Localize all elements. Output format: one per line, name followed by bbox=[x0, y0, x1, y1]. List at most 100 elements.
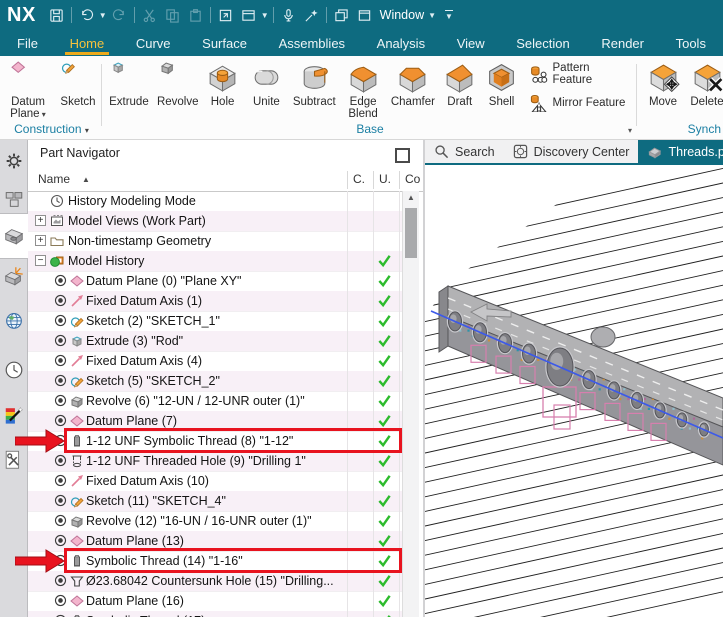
visibility-eye-icon[interactable] bbox=[54, 274, 67, 287]
chamfer-button[interactable]: Chamfer bbox=[387, 58, 439, 108]
tab-file[interactable]: File bbox=[8, 30, 47, 56]
visibility-eye-icon[interactable] bbox=[54, 554, 67, 567]
tree-item[interactable]: Fixed Datum Axis (10) bbox=[28, 471, 402, 492]
undo-icon-caret[interactable]: ▼ bbox=[99, 11, 107, 20]
templates-tools-icon[interactable] bbox=[2, 446, 26, 474]
edge-blend-button[interactable]: Edge Blend bbox=[339, 58, 387, 120]
window-menu-caret-icon[interactable]: ▼ bbox=[428, 11, 436, 20]
undo-icon[interactable] bbox=[75, 3, 98, 27]
tab-home[interactable]: Home bbox=[61, 30, 114, 56]
draft-button[interactable]: Draft bbox=[439, 58, 481, 108]
visibility-eye-icon[interactable] bbox=[54, 334, 67, 347]
window-frame-icon[interactable] bbox=[353, 3, 376, 27]
pattern-feature-button[interactable]: Pattern Feature bbox=[527, 58, 637, 87]
visibility-eye-icon[interactable] bbox=[54, 574, 67, 587]
tree-item[interactable]: 1-12 UNF Threaded Hole (9) "Drilling 1" bbox=[28, 451, 402, 472]
unite-button[interactable]: Unite bbox=[244, 58, 290, 108]
scrollbar-thumb[interactable] bbox=[405, 208, 417, 258]
tree-item[interactable]: Sketch (5) "SKETCH_2" bbox=[28, 371, 402, 392]
visibility-eye-icon[interactable] bbox=[54, 594, 67, 607]
tree-item[interactable]: Fixed Datum Axis (1) bbox=[28, 291, 402, 312]
tree-item[interactable]: Revolve (6) "12-UN / 12-UNR outer (1)" bbox=[28, 391, 402, 412]
tab-analysis[interactable]: Analysis bbox=[368, 30, 434, 56]
part-navigator-icon[interactable] bbox=[2, 222, 26, 250]
column-header-name[interactable]: Name bbox=[38, 172, 70, 186]
collapse-icon[interactable]: − bbox=[35, 255, 46, 266]
document-tab-search[interactable]: Search bbox=[425, 140, 504, 163]
visibility-eye-icon[interactable] bbox=[54, 314, 67, 327]
microphone-icon[interactable] bbox=[277, 3, 300, 27]
tab-surface[interactable]: Surface bbox=[193, 30, 256, 56]
visibility-eye-icon[interactable] bbox=[54, 514, 67, 527]
tree-item[interactable]: Datum Plane (7) bbox=[28, 411, 402, 432]
tab-render[interactable]: Render bbox=[592, 30, 653, 56]
tree-scrollbar[interactable]: ▲ bbox=[402, 191, 419, 617]
command-finder-icon[interactable] bbox=[300, 3, 323, 27]
subtract-button[interactable]: Subtract bbox=[289, 58, 339, 108]
hole-button[interactable]: Hole bbox=[202, 58, 244, 108]
expand-icon[interactable]: + bbox=[35, 235, 46, 246]
tree-item[interactable]: Ø23.68042 Countersunk Hole (15) "Drillin… bbox=[28, 571, 402, 592]
save-icon[interactable] bbox=[45, 3, 68, 27]
expand-icon[interactable]: + bbox=[35, 215, 46, 226]
visibility-eye-icon[interactable] bbox=[54, 354, 67, 367]
assembly-navigator-icon[interactable] bbox=[2, 185, 26, 213]
visibility-eye-icon[interactable] bbox=[54, 414, 67, 427]
tab-curve[interactable]: Curve bbox=[127, 30, 180, 56]
column-header-c[interactable]: C. bbox=[353, 172, 365, 186]
datum-plane-button[interactable]: Datum Plane ▾ bbox=[2, 58, 54, 120]
tree-item[interactable]: Datum Plane (16) bbox=[28, 591, 402, 612]
graphics-viewport[interactable] bbox=[425, 165, 723, 617]
scroll-up-icon[interactable]: ▲ bbox=[403, 193, 419, 202]
cascade-windows-icon[interactable] bbox=[330, 3, 353, 27]
group-dialog-caret-icon[interactable]: ▾ bbox=[628, 126, 632, 135]
window-menu[interactable]: Window bbox=[380, 8, 424, 22]
tree-item[interactable]: Symbolic Thread (17) bbox=[28, 611, 402, 617]
document-tab-discovery-center[interactable]: Discovery Center bbox=[504, 140, 639, 163]
paste-icon[interactable] bbox=[184, 3, 207, 27]
visibility-eye-icon[interactable] bbox=[54, 434, 67, 447]
mirror-feature-button[interactable]: Mirror Feature bbox=[527, 87, 637, 116]
visibility-eye-icon[interactable] bbox=[54, 374, 67, 387]
tree-item[interactable]: Symbolic Thread (14) "1-16" bbox=[28, 551, 402, 572]
tab-selection[interactable]: Selection bbox=[507, 30, 578, 56]
sketch-button[interactable]: Sketch bbox=[54, 58, 102, 108]
window-display-icon-caret[interactable]: ▼ bbox=[261, 11, 269, 20]
fit-view-icon[interactable] bbox=[214, 3, 237, 27]
window-display-icon[interactable] bbox=[237, 3, 260, 27]
redo-icon[interactable] bbox=[108, 3, 131, 27]
visibility-eye-icon[interactable] bbox=[54, 394, 67, 407]
tree-item[interactable]: Fixed Datum Axis (4) bbox=[28, 351, 402, 372]
tree-item[interactable]: 1-12 UNF Symbolic Thread (8) "1-12" bbox=[28, 431, 402, 452]
visibility-eye-icon[interactable] bbox=[54, 494, 67, 507]
tree-item[interactable]: Extrude (3) "Rod" bbox=[28, 331, 402, 352]
web-browser-icon[interactable] bbox=[2, 306, 26, 334]
tree-item[interactable]: − Model History bbox=[28, 251, 402, 272]
ribbon-options-icon[interactable]: ▼ bbox=[445, 9, 453, 21]
tree-item[interactable]: + Non-timestamp Geometry bbox=[28, 231, 402, 252]
copy-icon[interactable] bbox=[161, 3, 184, 27]
tree-item[interactable]: History Modeling Mode bbox=[28, 191, 402, 212]
column-header-co[interactable]: Co bbox=[405, 172, 420, 186]
column-header-u[interactable]: U. bbox=[379, 172, 391, 186]
visibility-eye-icon[interactable] bbox=[54, 534, 67, 547]
revolve-button[interactable]: Revolve bbox=[154, 58, 202, 108]
visibility-eye-icon[interactable] bbox=[54, 294, 67, 307]
panel-window-icon[interactable] bbox=[395, 148, 410, 163]
visibility-eye-icon[interactable] bbox=[54, 454, 67, 467]
document-tab-threads-p[interactable]: Threads.p bbox=[638, 140, 723, 163]
tab-tools[interactable]: Tools bbox=[667, 30, 715, 56]
history-icon[interactable] bbox=[2, 356, 26, 384]
tree-item[interactable]: Sketch (11) "SKETCH_4" bbox=[28, 491, 402, 512]
cut-icon[interactable] bbox=[138, 3, 161, 27]
roles-gear-icon[interactable] bbox=[2, 147, 26, 175]
visibility-eye-icon[interactable] bbox=[54, 474, 67, 487]
extrude-button[interactable]: Extrude bbox=[104, 58, 154, 108]
shell-button[interactable]: Shell bbox=[481, 58, 523, 108]
constraint-navigator-icon[interactable] bbox=[2, 262, 26, 290]
move-button[interactable]: Move bbox=[640, 58, 686, 108]
tree-item[interactable]: Datum Plane (13) bbox=[28, 531, 402, 552]
tree-item[interactable]: Sketch (2) "SKETCH_1" bbox=[28, 311, 402, 332]
delete-button[interactable]: Delete bbox=[686, 58, 723, 108]
tab-assemblies[interactable]: Assemblies bbox=[270, 30, 354, 56]
